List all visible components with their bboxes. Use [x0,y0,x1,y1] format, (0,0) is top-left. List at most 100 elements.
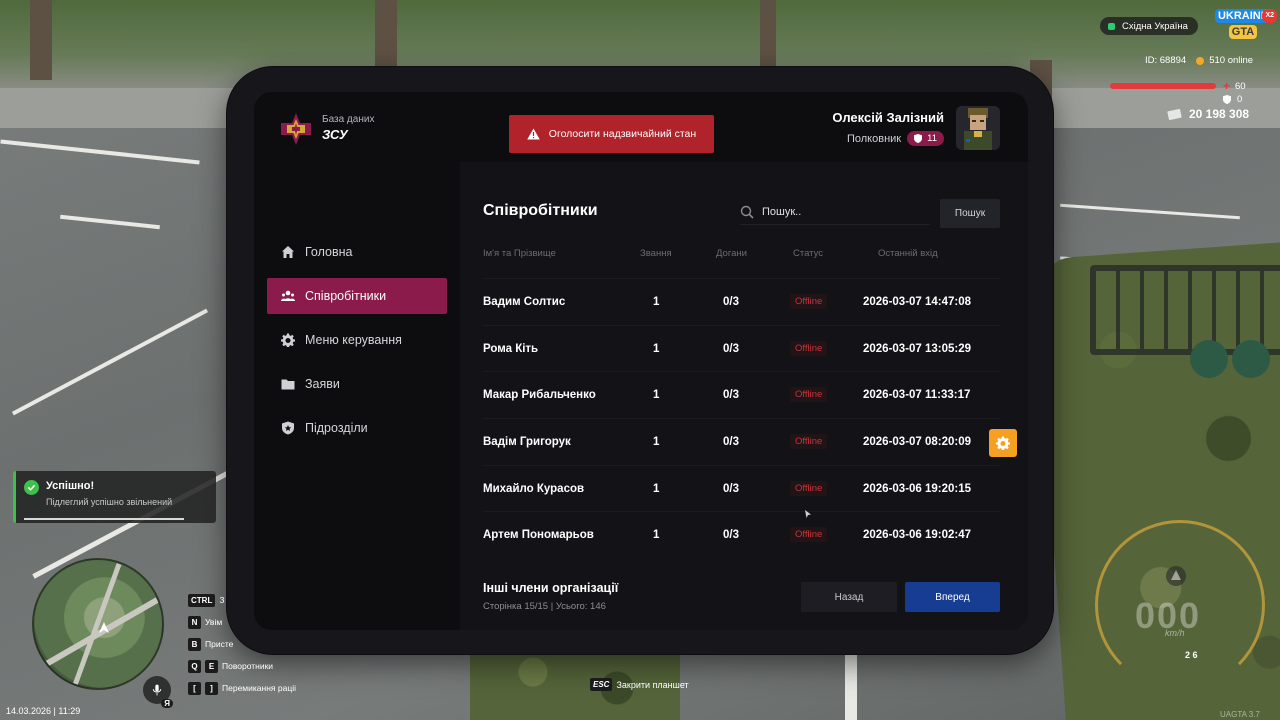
column-header-rank: Звання [640,248,672,259]
employee-rank: 1 [653,342,660,355]
home-icon [282,246,294,258]
employee-warnings: 0/3 [723,389,739,402]
employee-last-login: 2026-03-07 14:47:08 [863,296,972,308]
rank-level: 11 [927,133,937,144]
health-number: 60 [1235,80,1246,92]
notification-text: Підлеглий успішно звільнений [46,497,173,507]
avatar[interactable] [956,106,1000,150]
avatar-image [956,106,1000,150]
armor-number: 0 [1237,94,1243,105]
logo-text-bottom: GTA [1228,25,1258,39]
key-q: Q [188,659,201,673]
player-id: ID: 68894 [1145,55,1187,66]
notification-title: Успішно! [46,480,95,492]
table-row[interactable]: Рома Кіть 1 0/3 Offline 2026-03-07 13:05… [483,324,1000,372]
key-e: E [205,659,218,673]
search-button[interactable]: Пошук [940,199,1000,228]
keyhint-row: N Увім [188,611,296,633]
table-row[interactable]: Макар Рибальченко 1 0/3 Offline 2026-03-… [483,371,1000,418]
sidebar-item-control-menu[interactable]: Меню керування [267,322,447,358]
close-tablet-hint: ESC Закрити планшет [590,678,689,691]
employee-warnings: 0/3 [723,342,739,355]
keyhint-row: Q E Поворотники [188,655,296,677]
key-esc: ESC [590,678,613,691]
tree-trunk [760,0,776,68]
zsu-emblem-icon [281,113,311,145]
gear-icon [281,333,295,347]
sidebar-item-label: Підрозділи [305,421,368,435]
employee-warnings: 0/3 [723,436,739,449]
sidebar-item-label: Головна [305,245,353,259]
employee-name: Артем Пономарьов [483,529,594,542]
tree-trunk [375,0,397,75]
keyhint-label: Увім [205,617,223,627]
sidebar-item-label: Меню керування [305,333,402,347]
date-time: 14.03.2026 | 11:29 [6,706,81,716]
column-header-status: Статус [793,248,824,259]
shield-icon [914,134,923,143]
brand-title: ЗСУ [322,127,348,142]
notification-progress [24,518,184,520]
health-value: + 60 [1223,79,1246,93]
folder-icon [281,379,295,390]
shield-icon [282,421,294,435]
armor-shield-icon [1223,95,1231,104]
money-amount: 20 198 308 [1189,107,1250,121]
status-badge: Offline [790,434,828,450]
employee-last-login: 2026-03-07 13:05:29 [863,342,972,355]
check-icon [24,480,39,495]
search-input[interactable] [762,205,922,218]
sidebar-item-label: Співробітники [305,289,387,303]
sidebar-nav: Головна Співробітники Меню керування Зая… [267,234,447,454]
voice-chat-button[interactable]: Я [143,676,173,708]
online-icon [1196,56,1205,65]
key-bracket-left: [ [188,681,201,695]
table-row[interactable]: Михайло Курасов 1 0/3 Offline 2026-03-06… [483,464,1000,512]
sidebar-item-units[interactable]: Підрозділи [267,410,447,446]
back-button[interactable]: Назад [801,582,897,612]
status-badge: Offline [790,527,828,543]
user-rank: Полковник [846,132,902,145]
employee-rank: 1 [653,436,660,449]
region-icon [1108,22,1115,30]
page-title: Співробітники [483,202,598,219]
money-icon [1167,108,1182,120]
sidebar-item-label: Заяви [305,377,340,391]
key-b: B [188,637,201,651]
speedometer: 000 km/h 2 6 UAGTA 3.7 [1095,520,1265,720]
employee-name: Макар Рибальченко [483,389,596,402]
table-row[interactable]: Вадім Григорук 1 0/3 Offline 2026-03-07 … [483,418,1000,465]
sidebar-item-home[interactable]: Головна [267,234,447,270]
table-row[interactable]: Вадим Солтис 1 0/3 Offline 2026-03-07 14… [483,278,1000,325]
employee-name: Вадим Солтис [483,296,566,308]
voice-label: Я [161,699,173,708]
table-row[interactable]: Артем Пономарьов 1 0/3 Offline 2026-03-0… [483,511,1000,558]
employee-last-login: 2026-03-07 08:20:09 [863,436,972,449]
other-members-title: Інші члени організації [483,581,619,595]
next-button[interactable]: Вперед [905,582,1000,612]
mouse-cursor-icon [805,510,811,518]
sidebar-item-applications[interactable]: Заяви [267,366,447,402]
tree-trunk [30,0,52,80]
column-header-warnings: Догани [716,248,747,259]
employee-rank: 1 [653,529,660,542]
employee-last-login: 2026-03-06 19:20:15 [863,482,972,495]
employee-rank: 1 [653,389,660,402]
emergency-label: Оголосити надзвичайний стан [548,128,697,140]
brand: База даних ЗСУ [280,112,374,146]
barrel [1190,340,1228,378]
sidebar-item-employees[interactable]: Співробітники [267,278,447,314]
keyhint-row: [] Перемикання раціі [188,677,296,699]
server-logo: UKRAINE GTA X2 [1213,9,1277,39]
key-ctrl: CTRL [188,593,216,607]
row-settings-button[interactable] [989,429,1017,457]
keyhint-label: Перемикання раціі [222,683,296,693]
hazard-icon [1166,566,1186,586]
key-bracket-right: ] [205,681,218,695]
declare-emergency-button[interactable]: Оголосити надзвичайний стан [509,115,714,153]
column-header-last-login: Останній вхід [878,248,938,259]
keyhint-label: Присте [205,639,234,649]
health-bar [1110,83,1216,89]
region-indicator: Східна Україна [1100,17,1198,35]
rank-badge: 11 [907,131,944,146]
